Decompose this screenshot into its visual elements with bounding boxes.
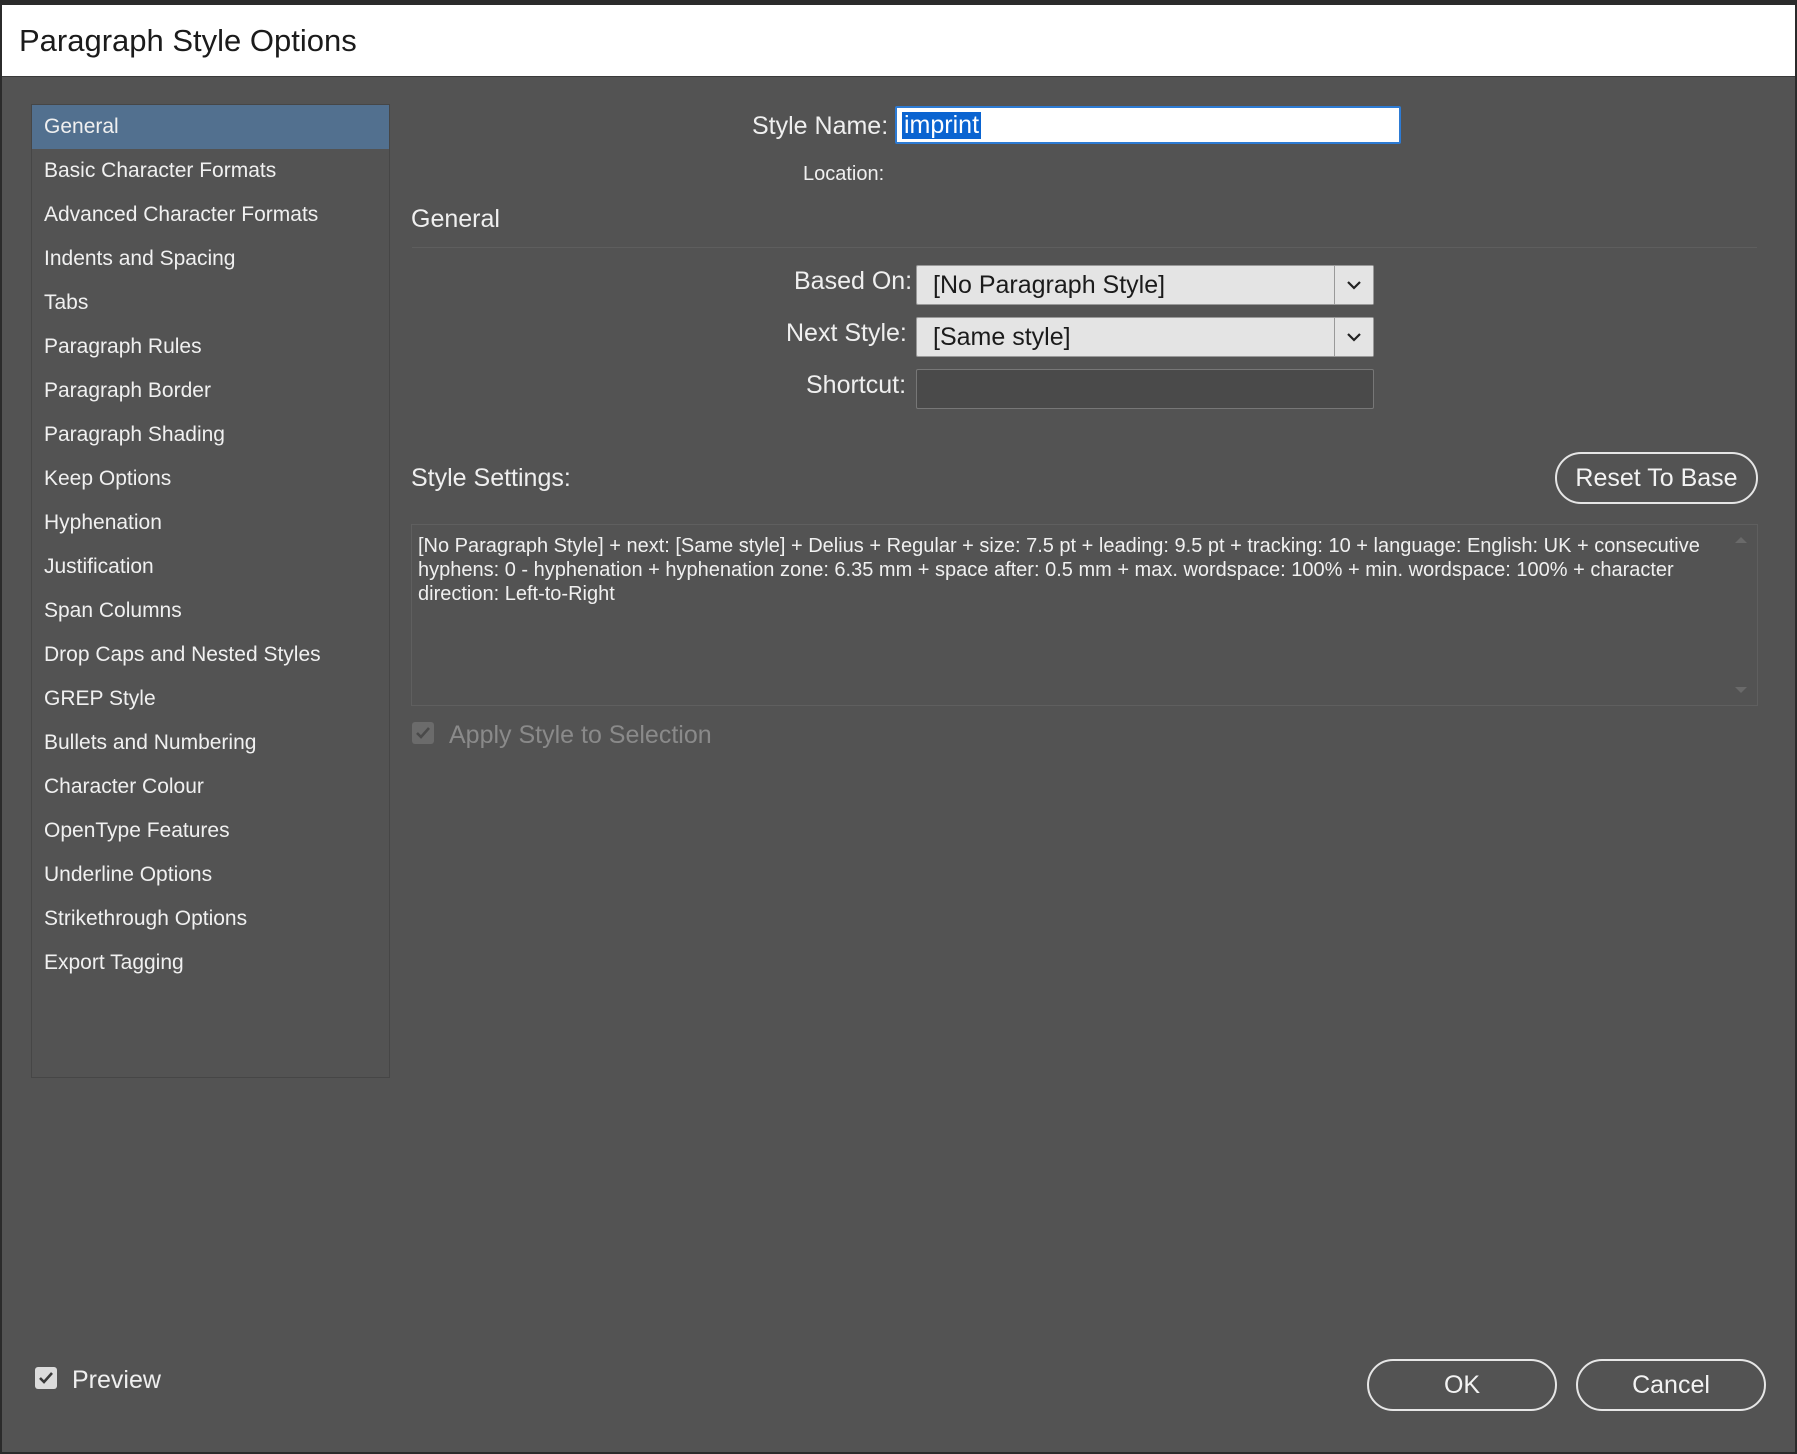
sidebar-item-opentype-features[interactable]: OpenType Features <box>32 809 389 853</box>
next-style-dropdown-button[interactable] <box>1334 318 1373 356</box>
reset-to-base-button[interactable]: Reset To Base <box>1555 452 1758 504</box>
next-style-value: [Same style] <box>933 323 1071 351</box>
sidebar-item-export-tagging[interactable]: Export Tagging <box>32 941 389 985</box>
next-style-select[interactable]: [Same style] <box>916 317 1374 357</box>
style-name-input[interactable]: imprint <box>895 106 1401 144</box>
sidebar-item-indents-and-spacing[interactable]: Indents and Spacing <box>32 237 389 281</box>
chevron-down-icon <box>1347 333 1361 342</box>
ok-button[interactable]: OK <box>1367 1359 1557 1411</box>
sidebar-item-drop-caps-and-nested-styles[interactable]: Drop Caps and Nested Styles <box>32 633 389 677</box>
sidebar-item-keep-options[interactable]: Keep Options <box>32 457 389 501</box>
apply-style-label: Apply Style to Selection <box>449 721 712 749</box>
next-style-label: Next Style: <box>786 319 907 347</box>
sidebar-item-bullets-and-numbering[interactable]: Bullets and Numbering <box>32 721 389 765</box>
preview-label: Preview <box>72 1366 161 1394</box>
title-bar: Paragraph Style Options <box>2 5 1795 77</box>
based-on-select[interactable]: [No Paragraph Style] <box>916 265 1374 305</box>
scroll-up-icon[interactable] <box>1735 537 1747 543</box>
apply-style-checkbox[interactable] <box>412 722 434 744</box>
checkmark-icon <box>416 727 430 739</box>
section-divider <box>412 247 1757 248</box>
section-heading-general: General <box>411 205 500 233</box>
preview-checkbox[interactable] <box>35 1367 57 1389</box>
style-name-label: Style Name: <box>752 112 889 140</box>
based-on-dropdown-button[interactable] <box>1334 266 1373 304</box>
sidebar-item-paragraph-shading[interactable]: Paragraph Shading <box>32 413 389 457</box>
cancel-button[interactable]: Cancel <box>1576 1359 1766 1411</box>
sidebar-item-grep-style[interactable]: GREP Style <box>32 677 389 721</box>
location-label: Location: <box>803 163 885 185</box>
sidebar-item-justification[interactable]: Justification <box>32 545 389 589</box>
dialog-title: Paragraph Style Options <box>19 23 357 58</box>
sidebar-item-hyphenation[interactable]: Hyphenation <box>32 501 389 545</box>
style-settings-label: Style Settings: <box>411 464 571 492</box>
chevron-down-icon <box>1347 281 1361 290</box>
sidebar-item-general[interactable]: General <box>32 105 389 149</box>
style-settings-box[interactable]: [No Paragraph Style] + next: [Same style… <box>411 524 1758 706</box>
category-list: General Basic Character Formats Advanced… <box>31 104 390 1078</box>
sidebar-item-span-columns[interactable]: Span Columns <box>32 589 389 633</box>
style-name-value: imprint <box>902 111 982 139</box>
style-settings-text: [No Paragraph Style] + next: [Same style… <box>418 535 1700 605</box>
sidebar-item-character-colour[interactable]: Character Colour <box>32 765 389 809</box>
checkmark-icon <box>39 1372 53 1384</box>
paragraph-style-options-dialog: Paragraph Style Options General Basic Ch… <box>2 5 1795 1452</box>
shortcut-input[interactable] <box>916 369 1374 409</box>
based-on-value: [No Paragraph Style] <box>933 271 1166 299</box>
sidebar-item-strikethrough-options[interactable]: Strikethrough Options <box>32 897 389 941</box>
sidebar-item-basic-character-formats[interactable]: Basic Character Formats <box>32 149 389 193</box>
based-on-label: Based On: <box>794 267 913 295</box>
sidebar-item-paragraph-border[interactable]: Paragraph Border <box>32 369 389 413</box>
scroll-down-icon[interactable] <box>1735 687 1747 693</box>
sidebar-item-advanced-character-formats[interactable]: Advanced Character Formats <box>32 193 389 237</box>
shortcut-label: Shortcut: <box>806 371 907 399</box>
sidebar-item-paragraph-rules[interactable]: Paragraph Rules <box>32 325 389 369</box>
sidebar-item-underline-options[interactable]: Underline Options <box>32 853 389 897</box>
sidebar-item-tabs[interactable]: Tabs <box>32 281 389 325</box>
